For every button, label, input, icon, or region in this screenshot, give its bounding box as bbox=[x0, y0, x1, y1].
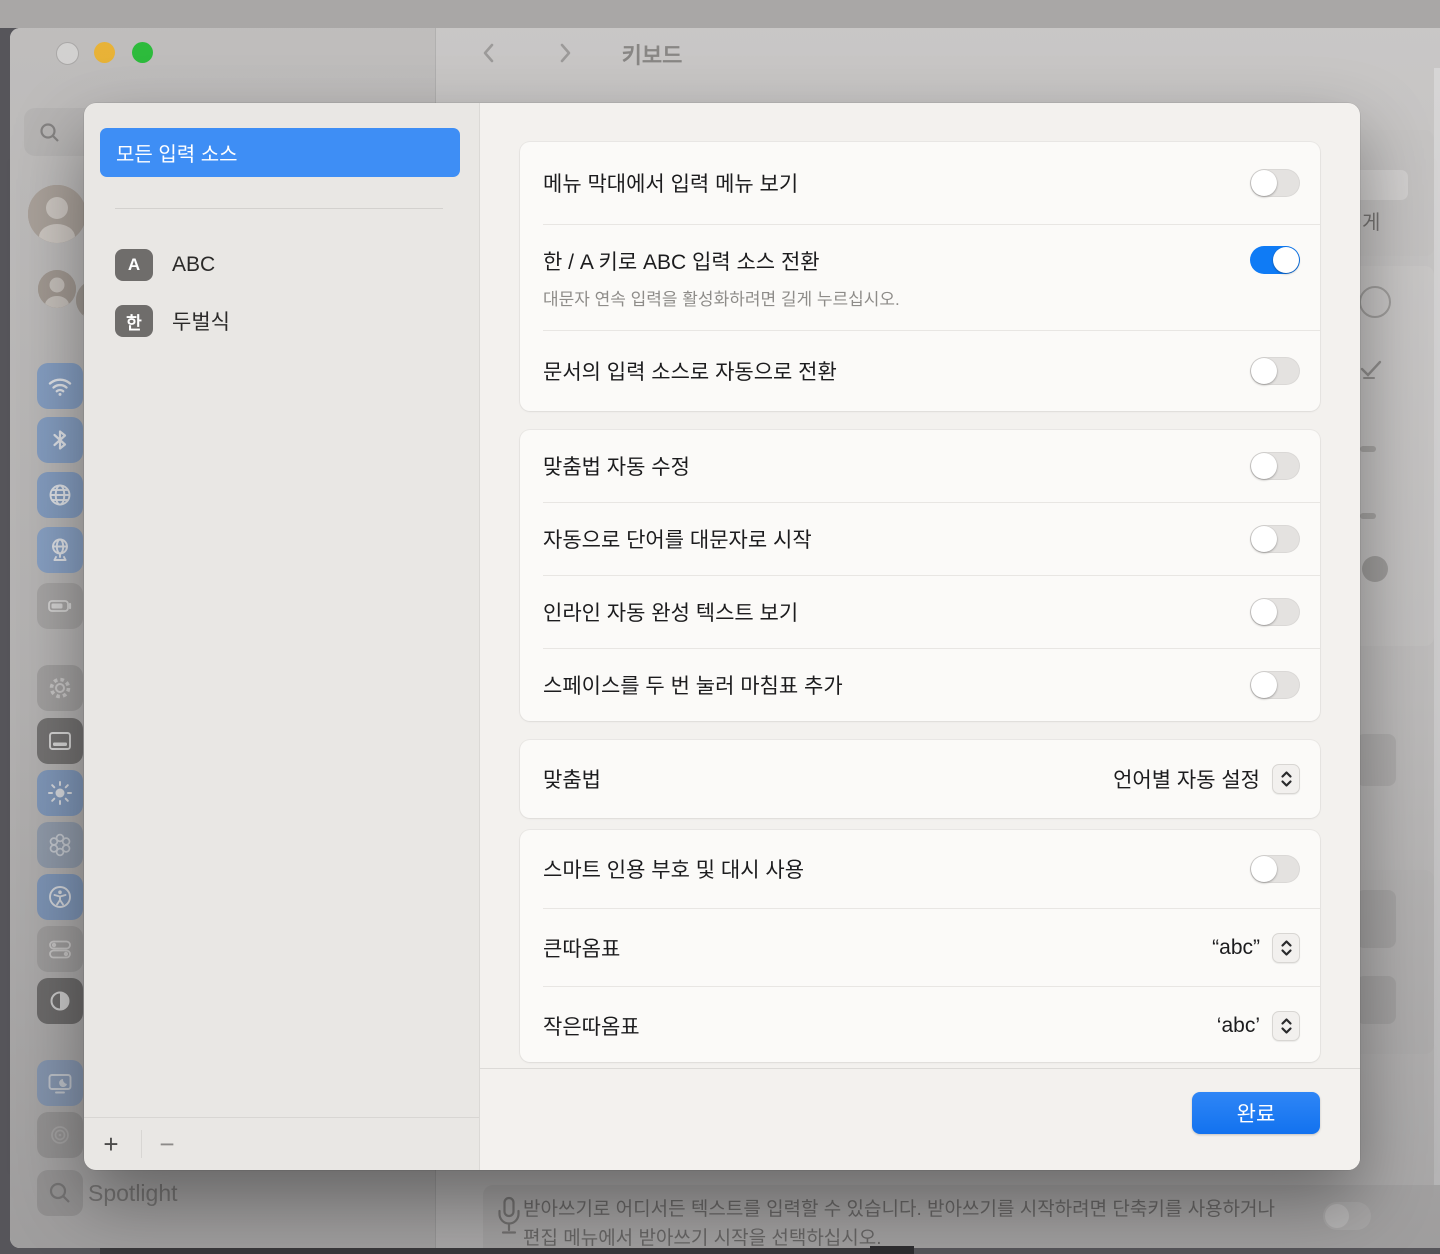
list-item-abc[interactable]: A ABC bbox=[115, 249, 215, 281]
toggle-knob bbox=[1251, 453, 1277, 479]
add-input-source-button[interactable]: + bbox=[90, 1118, 132, 1170]
setting-label: 작은따옴표 bbox=[543, 1011, 640, 1041]
divider bbox=[115, 208, 443, 209]
desktop-top-strip bbox=[0, 0, 1440, 28]
settings-group: 맞춤법 자동 수정 자동으로 단어를 대문자로 시작 인라인 자동 완성 텍스트… bbox=[520, 430, 1320, 721]
setting-row-smart-quotes: 스마트 인용 부호 및 대시 사용 bbox=[520, 830, 1320, 908]
setting-label: 한 / A 키로 ABC 입력 소스 전환 bbox=[543, 246, 900, 276]
setting-row-spelling: 맞춤법 언어별 자동 설정 bbox=[520, 740, 1320, 818]
setting-label: 자동으로 단어를 대문자로 시작 bbox=[543, 524, 812, 554]
caps-switch-toggle[interactable] bbox=[1250, 246, 1300, 274]
input-source-badge: 한 bbox=[115, 305, 153, 337]
setting-row-single-quote: 작은따옴표 ‘abc’ bbox=[520, 987, 1320, 1062]
setting-row-caps-switch: 한 / A 키로 ABC 입력 소스 전환 대문자 연속 입력을 활성화하려면 … bbox=[520, 225, 1320, 330]
toggle-knob bbox=[1251, 672, 1277, 698]
double-quote-popup-button[interactable] bbox=[1272, 933, 1300, 963]
input-source-label: 두벌식 bbox=[172, 306, 230, 336]
list-item-dubeolsik[interactable]: 한 두벌식 bbox=[115, 305, 230, 337]
toggle-knob bbox=[1251, 526, 1277, 552]
setting-row-double-space: 스페이스를 두 번 눌러 마침표 추가 bbox=[520, 649, 1320, 721]
double-quote-selected-value: “abc” bbox=[1212, 936, 1260, 960]
setting-row-auto-switch-doc: 문서의 입력 소스로 자동으로 전환 bbox=[520, 331, 1320, 411]
settings-group: 메뉴 막대에서 입력 메뉴 보기 한 / A 키로 ABC 입력 소스 전환 대… bbox=[520, 142, 1320, 411]
setting-label: 스페이스를 두 번 눌러 마침표 추가 bbox=[543, 670, 843, 700]
divider bbox=[141, 1130, 142, 1158]
inline-prediction-toggle[interactable] bbox=[1250, 598, 1300, 626]
sidebar-footer: + − bbox=[84, 1117, 479, 1170]
setting-row-auto-capitalize: 자동으로 단어를 대문자로 시작 bbox=[520, 503, 1320, 575]
setting-label: 스마트 인용 부호 및 대시 사용 bbox=[543, 854, 804, 884]
setting-label: 큰따옴표 bbox=[543, 933, 620, 963]
auto-switch-doc-toggle[interactable] bbox=[1250, 357, 1300, 385]
single-quote-selected-value: ‘abc’ bbox=[1217, 1014, 1260, 1038]
single-quote-popup-button[interactable] bbox=[1272, 1011, 1300, 1041]
auto-capitalize-toggle[interactable] bbox=[1250, 525, 1300, 553]
setting-label: 인라인 자동 완성 텍스트 보기 bbox=[543, 597, 798, 627]
setting-label: 맞춤법 자동 수정 bbox=[543, 451, 690, 481]
settings-group: 스마트 인용 부호 및 대시 사용 큰따옴표 “abc” 작은따옴표 ‘abc’ bbox=[520, 830, 1320, 1062]
setting-subtitle: 대문자 연속 입력을 활성화하려면 길게 누르십시오. bbox=[543, 285, 900, 310]
input-menu-toggle[interactable] bbox=[1250, 169, 1300, 197]
input-source-badge: A bbox=[115, 249, 153, 281]
toggle-knob bbox=[1251, 170, 1277, 196]
dialog-footer: 완료 bbox=[480, 1068, 1360, 1170]
toggle-knob bbox=[1251, 358, 1277, 384]
spelling-popup-button[interactable] bbox=[1272, 764, 1300, 794]
input-sources-settings-panel: 메뉴 막대에서 입력 메뉴 보기 한 / A 키로 ABC 입력 소스 전환 대… bbox=[480, 103, 1360, 1170]
setting-row-input-menu: 메뉴 막대에서 입력 메뉴 보기 bbox=[520, 142, 1320, 224]
settings-group: 맞춤법 언어별 자동 설정 bbox=[520, 740, 1320, 818]
up-down-chevrons-icon bbox=[1280, 770, 1293, 788]
done-button[interactable]: 완료 bbox=[1192, 1092, 1320, 1134]
double-space-toggle[interactable] bbox=[1250, 671, 1300, 699]
setting-row-double-quote: 큰따옴표 “abc” bbox=[520, 909, 1320, 986]
setting-label: 맞춤법 bbox=[543, 764, 601, 794]
sidebar-item-all-input-sources[interactable]: 모든 입력 소스 bbox=[100, 128, 460, 177]
autocorrect-toggle[interactable] bbox=[1250, 452, 1300, 480]
toggle-knob bbox=[1251, 856, 1277, 882]
window-behind-strip bbox=[100, 1248, 870, 1254]
up-down-chevrons-icon bbox=[1280, 939, 1293, 957]
up-down-chevrons-icon bbox=[1280, 1017, 1293, 1035]
smart-quotes-toggle[interactable] bbox=[1250, 855, 1300, 883]
input-sources-dialog: 모든 입력 소스 A ABC 한 두벌식 + − 메뉴 막대에서 입력 메뉴 보… bbox=[84, 103, 1360, 1170]
input-source-label: ABC bbox=[172, 253, 215, 277]
input-sources-sidebar: 모든 입력 소스 A ABC 한 두벌식 + − bbox=[84, 103, 480, 1170]
setting-label: 문서의 입력 소스로 자동으로 전환 bbox=[543, 356, 837, 386]
selected-item-label: 모든 입력 소스 bbox=[116, 138, 238, 167]
remove-input-source-button[interactable]: − bbox=[146, 1118, 188, 1170]
spelling-selected-value: 언어별 자동 설정 bbox=[1113, 764, 1260, 794]
setting-row-inline-prediction: 인라인 자동 완성 텍스트 보기 bbox=[520, 576, 1320, 648]
toggle-knob bbox=[1273, 247, 1299, 273]
window-behind-strip bbox=[870, 1246, 914, 1254]
toggle-knob bbox=[1251, 599, 1277, 625]
setting-row-autocorrect: 맞춤법 자동 수정 bbox=[520, 430, 1320, 502]
setting-label: 메뉴 막대에서 입력 메뉴 보기 bbox=[543, 168, 798, 198]
